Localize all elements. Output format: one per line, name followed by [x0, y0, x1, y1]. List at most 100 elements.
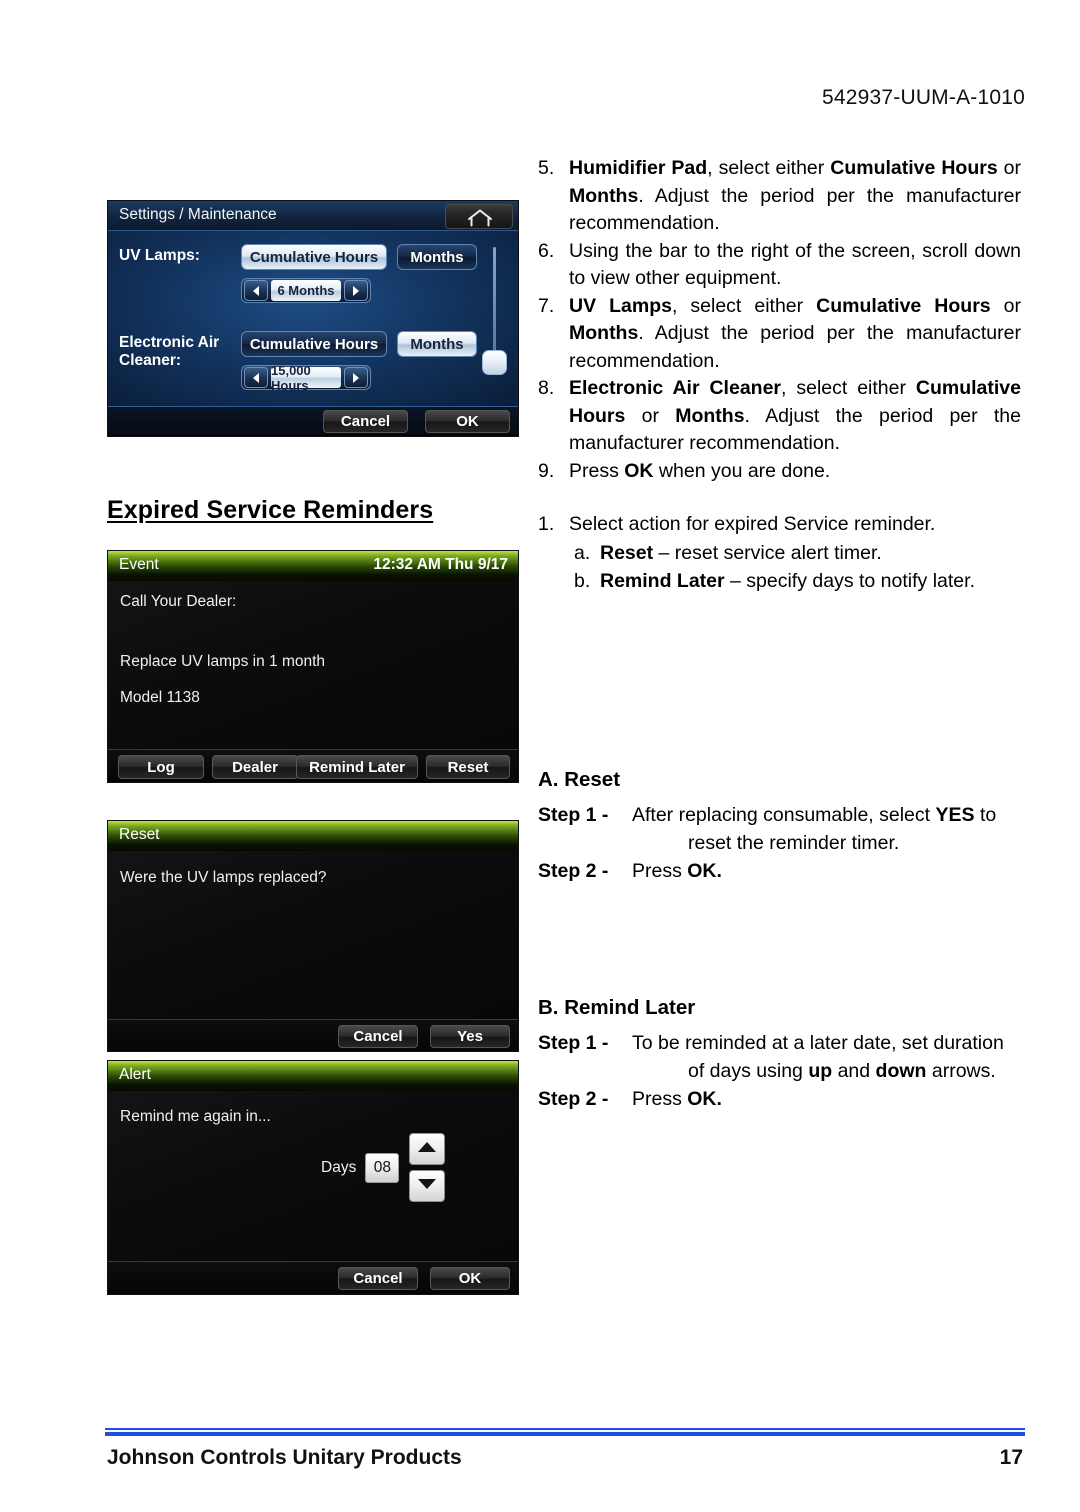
list-item-text: Electronic Air Cleaner, select either Cu… — [569, 377, 1021, 454]
settings-body: UV Lamps: Cumulative Hours Months 6 Mont… — [108, 231, 518, 406]
list-item: 7. UV Lamps, select either Cumulative Hou… — [538, 293, 1021, 376]
list-item: 5. Humidifier Pad, select either Cumulati… — [538, 155, 1021, 238]
days-increase-button[interactable] — [409, 1133, 446, 1165]
reset-title-bar: Reset — [108, 821, 518, 851]
instruction-list-expired: 1. Select action for expired Service remi… — [538, 511, 1021, 595]
eac-decrease-button[interactable] — [244, 367, 268, 388]
sub-list-label: a. — [574, 541, 591, 564]
settings-cancel-button[interactable]: Cancel — [323, 410, 408, 433]
reset-footer-bar: Cancel Yes — [108, 1019, 518, 1051]
step-continuation: reset the reminder timer. — [688, 831, 900, 854]
scrollbar-thumb[interactable] — [482, 350, 507, 375]
footer-rule-thin — [105, 1428, 1025, 1430]
step-row: Step 2 - Press OK. — [538, 857, 1021, 885]
settings-title-bar: Settings / Maintenance — [108, 201, 518, 231]
list-item-text: Using the bar to the right of the screen… — [569, 239, 1021, 290]
uv-decrease-button[interactable] — [244, 280, 268, 301]
event-remind-later-button[interactable]: Remind Later — [296, 755, 418, 779]
event-reset-button[interactable]: Reset — [426, 755, 510, 779]
screenshot-settings-maintenance: Settings / Maintenance UV Lamps: Cumulat… — [107, 200, 519, 437]
list-item-text: Humidifier Pad, select either Cumulative… — [569, 157, 1022, 234]
uv-period-stepper[interactable]: 6 Months — [241, 278, 371, 303]
section-a-steps: Step 1 - After replacing consumable, sele… — [538, 801, 1021, 885]
alert-footer-bar: Cancel OK — [108, 1261, 518, 1294]
screenshot-reset-dialog: Reset Were the UV lamps replaced? Cancel… — [107, 820, 519, 1052]
sub-list: a. Reset – reset service alert timer. b. Re… — [574, 539, 1021, 595]
uv-increase-button[interactable] — [344, 280, 368, 301]
triangle-left-icon — [251, 372, 261, 384]
list-item-number: 9. — [538, 459, 555, 482]
step-text: Press OK. — [632, 859, 722, 882]
sub-list-text: Remind Later – specify days to notify la… — [600, 569, 975, 592]
settings-title: Settings / Maintenance — [119, 206, 277, 223]
days-arrow-group — [409, 1133, 446, 1202]
alert-title-bar: Alert — [108, 1061, 518, 1091]
step-label: Step 1 - — [538, 803, 609, 826]
event-log-button[interactable]: Log — [118, 755, 204, 779]
uv-cumulative-hours-button[interactable]: Cumulative Hours — [241, 244, 387, 270]
section-a-title: A. Reset — [538, 767, 621, 791]
days-stepper[interactable]: Days 08 — [321, 1133, 446, 1202]
event-title-bar: Event 12:32 AM Thu 9/17 — [108, 551, 518, 581]
uv-months-button[interactable]: Months — [397, 244, 477, 270]
days-decrease-button[interactable] — [409, 1170, 446, 1202]
step-text: After replacing consumable, select YES t… — [632, 801, 1021, 857]
sub-list-label: b. — [574, 569, 591, 592]
list-item-number: 6. — [538, 239, 555, 262]
triangle-up-icon — [416, 1140, 438, 1159]
event-footer-bar: Log Dealer Remind Later Reset — [108, 749, 518, 782]
screenshot-event: Event 12:32 AM Thu 9/17 Call Your Dealer… — [107, 550, 519, 783]
reset-body: Were the UV lamps replaced? — [108, 851, 518, 1019]
alert-body: Remind me again in... Days 08 — [108, 1091, 518, 1261]
page-title: Expired Service Reminders — [107, 496, 434, 524]
alert-cancel-button[interactable]: Cancel — [338, 1267, 418, 1290]
right-column: 5. Humidifier Pad, select either Cumulati… — [538, 155, 1021, 1113]
event-dealer-button[interactable]: Dealer — [212, 755, 298, 779]
step-row: Step 1 - To be reminded at a later date, … — [538, 1029, 1021, 1085]
step-continuation: of days using up and down arrows. — [688, 1059, 996, 1082]
step-text: Press OK. — [632, 1087, 722, 1110]
event-clock: 12:32 AM Thu 9/17 — [373, 556, 508, 573]
list-item: 6. Using the bar to the right of the scre… — [538, 238, 1021, 293]
triangle-right-icon — [351, 285, 361, 297]
document-code: 542937-UUM-A-1010 — [821, 86, 1025, 109]
triangle-right-icon — [351, 372, 361, 384]
settings-ok-button[interactable]: OK — [425, 410, 510, 433]
list-item-number: 1. — [538, 513, 555, 535]
list-item-number: 7. — [538, 294, 555, 317]
list-item-text: Select action for expired Service remind… — [569, 513, 936, 535]
step-text: To be reminded at a later date, set dura… — [632, 1029, 1021, 1085]
sub-list-item: a. Reset – reset service alert timer. — [574, 539, 1021, 567]
eac-months-button[interactable]: Months — [397, 331, 477, 357]
triangle-left-icon — [251, 285, 261, 297]
reset-cancel-button[interactable]: Cancel — [338, 1025, 418, 1048]
row-label-uv-lamps: UV Lamps: — [119, 247, 200, 264]
triangle-down-icon — [416, 1177, 438, 1196]
list-item-text: Press OK when you are done. — [569, 459, 831, 482]
eac-increase-button[interactable] — [344, 367, 368, 388]
home-button[interactable] — [445, 204, 513, 229]
event-title: Event — [119, 556, 159, 573]
event-line-model: Model 1138 — [120, 689, 200, 706]
sub-list-text: Reset – reset service alert timer. — [600, 541, 882, 564]
event-line-call-dealer: Call Your Dealer: — [120, 593, 237, 610]
eac-label-line1: Electronic Air — [119, 334, 220, 351]
screenshot-alert-dialog: Alert Remind me again in... Days 08 Canc… — [107, 1060, 519, 1295]
footer-rule-thick — [105, 1432, 1025, 1436]
list-item-number: 5. — [538, 157, 555, 179]
days-label: Days — [321, 1158, 357, 1176]
footer-rule — [105, 1428, 1025, 1437]
section-b-steps: Step 1 - To be reminded at a later date, … — [538, 1029, 1021, 1113]
list-item-text: UV Lamps, select either Cumulative Hours… — [569, 294, 1021, 372]
alert-title: Alert — [119, 1066, 151, 1083]
settings-footer-bar: Cancel OK — [108, 406, 518, 435]
reset-title: Reset — [119, 826, 160, 843]
eac-period-stepper[interactable]: 15,000 Hours — [241, 363, 371, 393]
reset-yes-button[interactable]: Yes — [430, 1025, 510, 1048]
step-row: Step 1 - After replacing consumable, sele… — [538, 801, 1021, 857]
event-line-message: Replace UV lamps in 1 month — [120, 653, 326, 670]
alert-ok-button[interactable]: OK — [430, 1267, 510, 1290]
eac-period-value: 15,000 Hours — [271, 363, 341, 393]
list-item: 1. Select action for expired Service remi… — [538, 511, 1021, 539]
eac-cumulative-hours-button[interactable]: Cumulative Hours — [241, 331, 387, 357]
